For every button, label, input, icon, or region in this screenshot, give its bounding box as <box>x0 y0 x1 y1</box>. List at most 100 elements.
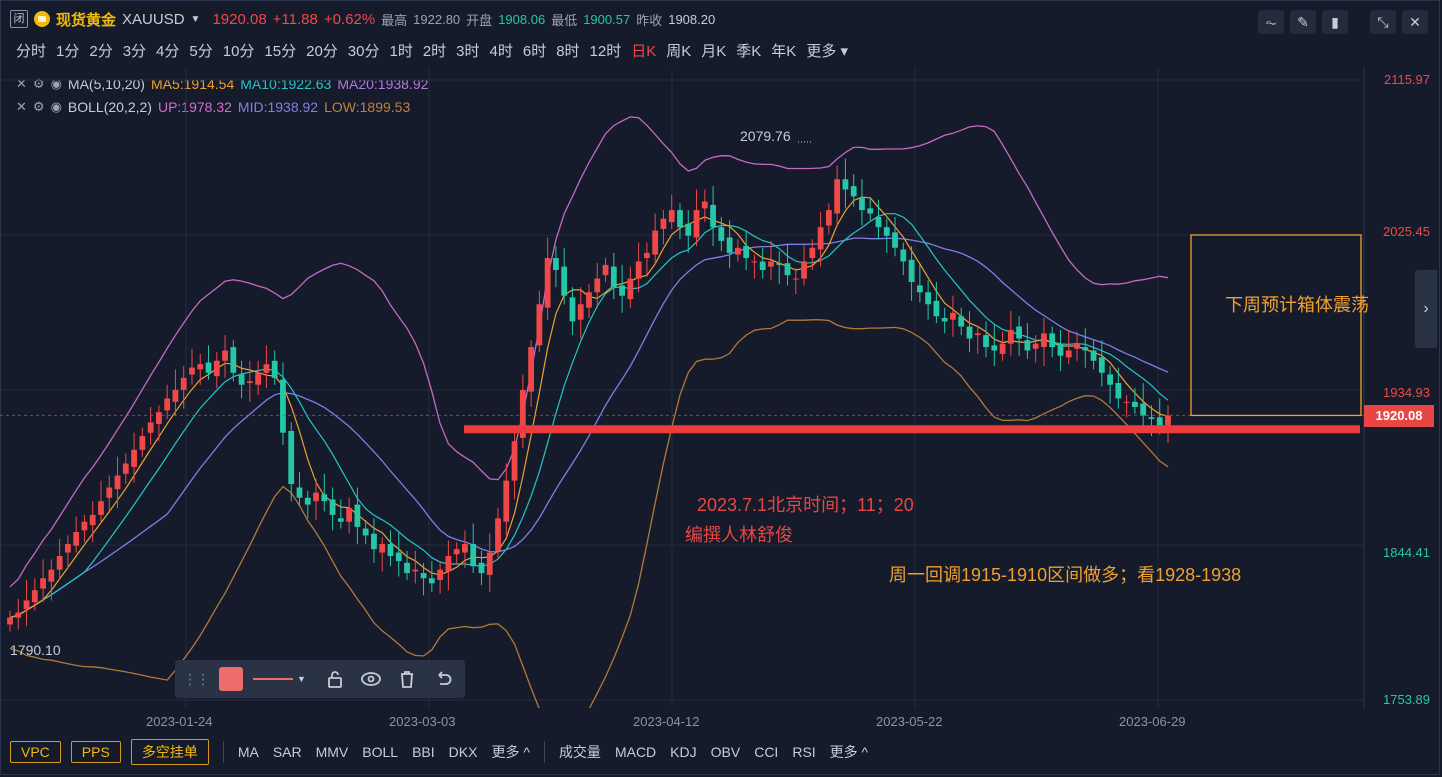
tool-button[interactable]: PPS <box>70 741 121 763</box>
main-indicator-tab[interactable]: 更多 ^ <box>491 742 529 762</box>
candle-icon[interactable]: ▮ <box>1322 10 1348 34</box>
sub-indicator-tab[interactable]: OBV <box>711 744 741 760</box>
candlestick-chart[interactable] <box>0 68 1442 708</box>
candle-body <box>834 179 841 214</box>
candle-body <box>594 278 601 293</box>
period-tab[interactable]: 8时 <box>556 40 579 61</box>
price-change: +11.88 <box>272 10 318 28</box>
candle-body <box>304 497 311 505</box>
period-tab[interactable]: 10分 <box>223 40 255 61</box>
period-tab[interactable]: 20分 <box>306 40 338 61</box>
candle-body <box>892 232 898 248</box>
period-tab[interactable]: 分时 <box>16 40 46 61</box>
date-tick: 2023-05-22 <box>876 714 943 729</box>
price-tick: 1934.93 <box>1383 385 1430 400</box>
sub-indicator-tab[interactable]: 更多 ^ <box>830 742 868 762</box>
main-indicator-tab[interactable]: SAR <box>273 744 302 760</box>
candle-body <box>577 304 584 320</box>
period-tab[interactable]: 更多 ▾ <box>806 40 848 61</box>
period-tab[interactable]: 5分 <box>189 40 212 61</box>
eye-icon[interactable] <box>356 664 386 694</box>
candle-body <box>48 569 55 582</box>
candle-body <box>925 292 932 305</box>
period-tab[interactable]: 3时 <box>456 40 479 61</box>
period-tab[interactable]: 4分 <box>156 40 179 61</box>
candle-body <box>1123 401 1130 403</box>
period-tab[interactable]: 2时 <box>423 40 446 61</box>
sub-indicator-tab[interactable]: 成交量 <box>559 742 601 762</box>
trash-icon[interactable] <box>392 664 422 694</box>
candle-body <box>371 533 377 550</box>
period-tab[interactable]: 1分 <box>56 40 79 61</box>
chevron-right-icon[interactable]: › <box>1415 270 1437 348</box>
main-indicator-tab[interactable]: DKX <box>449 744 478 760</box>
chevron-down-icon[interactable]: ▼ <box>297 674 306 684</box>
period-tab[interactable]: 年K <box>771 40 796 61</box>
candle-body <box>428 578 435 584</box>
chart-type-icon[interactable]: ⏦ <box>1258 10 1284 34</box>
candle-body <box>784 263 791 276</box>
line-style-selector[interactable] <box>253 678 293 680</box>
period-tab[interactable]: 4时 <box>490 40 513 61</box>
main-indicator-tab[interactable]: BOLL <box>362 744 398 760</box>
strategy-note: 周一回调1915-1910区间做多；看1928-1938 <box>889 565 1242 585</box>
candle-body <box>81 521 88 531</box>
period-tab[interactable]: 1时 <box>389 40 412 61</box>
period-tab[interactable]: 3分 <box>123 40 146 61</box>
symbol-code[interactable]: XAUUSD <box>122 11 185 28</box>
main-indicator-tab[interactable]: BBI <box>412 744 435 760</box>
candle-body <box>1074 343 1080 349</box>
candle-body <box>619 285 625 296</box>
timestamp-note: 2023.7.1北京时间；11；20 <box>697 495 914 515</box>
shrink-icon[interactable]: ⤡ <box>1370 10 1396 34</box>
candle-body <box>180 377 187 390</box>
draw-pen-icon[interactable]: ✎ <box>1290 10 1316 34</box>
period-tab[interactable]: 6时 <box>523 40 546 61</box>
period-tab[interactable]: 月K <box>701 40 726 61</box>
undo-icon[interactable] <box>428 664 458 694</box>
sub-indicator-tab[interactable]: RSI <box>792 744 815 760</box>
period-tab[interactable]: 12时 <box>590 40 622 61</box>
period-tab[interactable]: 季K <box>736 40 761 61</box>
sub-indicator-tab[interactable]: CCI <box>754 744 778 760</box>
candle-body <box>337 518 344 522</box>
candle-body <box>933 300 940 317</box>
candle-body <box>404 562 410 574</box>
candle-body <box>462 543 468 553</box>
candle-body <box>445 555 452 572</box>
main-indicator-tab[interactable]: MA <box>238 744 259 760</box>
price-axis: 2115.97 2025.45 1934.93 1844.41 1753.89 <box>1364 68 1442 708</box>
candle-body <box>1065 350 1072 358</box>
candle-body <box>98 501 104 515</box>
candle-body <box>288 430 295 485</box>
high-value: 1922.80 <box>413 11 461 27</box>
chevron-down-icon[interactable]: ▼ <box>191 14 201 25</box>
color-swatch[interactable] <box>219 667 243 691</box>
tool-button[interactable]: VPC <box>10 741 61 763</box>
candle-body <box>974 333 981 336</box>
drag-handle-icon[interactable]: ⋮⋮ <box>183 672 210 686</box>
candle-body <box>941 317 948 322</box>
high-label: 最高 <box>381 12 408 28</box>
period-tab[interactable]: 日K <box>631 40 656 61</box>
candle-body <box>1090 350 1097 361</box>
unlock-icon[interactable] <box>320 664 350 694</box>
sub-indicator-tab[interactable]: KDJ <box>670 744 696 760</box>
tool-button[interactable]: 多空挂单 <box>130 739 209 765</box>
period-tab[interactable]: 15分 <box>264 40 296 61</box>
main-indicator-tab[interactable]: MMV <box>316 744 349 760</box>
candle-body <box>768 261 774 267</box>
candle-body <box>395 552 402 562</box>
period-tab[interactable]: 周K <box>666 40 691 61</box>
symbol-name[interactable]: 现货黄金 <box>56 9 116 30</box>
candle-body <box>544 258 551 308</box>
close-button[interactable]: 闭 <box>10 10 28 28</box>
low-mark-label: 1790.10 <box>10 642 61 658</box>
period-tab[interactable]: 2分 <box>89 40 112 61</box>
sub-indicator-tab[interactable]: MACD <box>615 744 656 760</box>
period-tab[interactable]: 30分 <box>348 40 380 61</box>
candle-body <box>569 297 576 322</box>
close-icon[interactable]: ✕ <box>1402 10 1428 34</box>
candle-body <box>1016 326 1023 339</box>
candle-body <box>495 518 501 551</box>
